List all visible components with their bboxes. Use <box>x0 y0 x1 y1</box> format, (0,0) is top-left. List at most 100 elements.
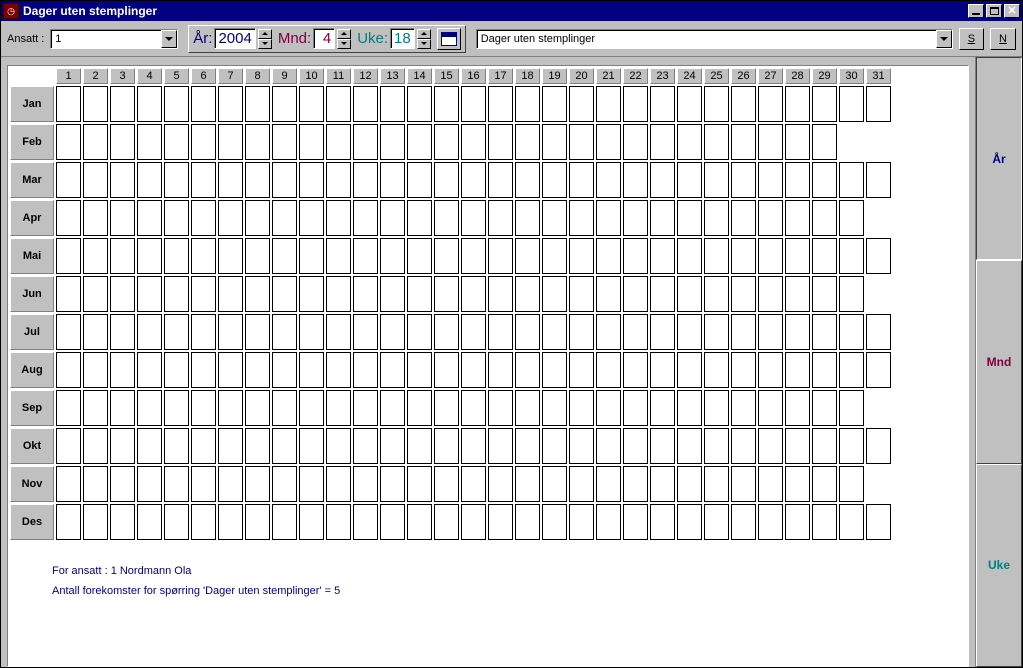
day-cell[interactable] <box>110 314 135 350</box>
day-header[interactable]: 8 <box>245 68 270 84</box>
day-cell[interactable] <box>677 276 702 312</box>
day-cell[interactable] <box>731 238 756 274</box>
day-cell[interactable] <box>569 390 594 426</box>
query-combo[interactable]: Dager uten stemplinger <box>476 29 953 49</box>
day-cell[interactable] <box>299 238 324 274</box>
day-cell[interactable] <box>839 428 864 464</box>
week-down-button[interactable] <box>417 39 431 49</box>
day-cell[interactable] <box>245 466 270 502</box>
day-cell[interactable] <box>110 352 135 388</box>
day-cell[interactable] <box>515 428 540 464</box>
day-cell[interactable] <box>731 352 756 388</box>
day-header[interactable]: 22 <box>623 68 648 84</box>
day-cell[interactable] <box>83 124 108 160</box>
day-cell[interactable] <box>623 124 648 160</box>
day-cell[interactable] <box>623 390 648 426</box>
day-cell[interactable] <box>839 162 864 198</box>
day-cell[interactable] <box>164 238 189 274</box>
day-cell[interactable] <box>299 86 324 122</box>
day-header[interactable]: 2 <box>83 68 108 84</box>
maximize-button[interactable] <box>986 4 1002 18</box>
day-cell[interactable] <box>542 124 567 160</box>
day-cell[interactable] <box>83 200 108 236</box>
day-cell[interactable] <box>785 428 810 464</box>
year-down-button[interactable] <box>258 39 272 49</box>
day-cell[interactable] <box>542 390 567 426</box>
day-cell[interactable] <box>164 162 189 198</box>
day-cell[interactable] <box>407 428 432 464</box>
month-header[interactable]: Jul <box>10 314 54 350</box>
day-cell[interactable] <box>650 124 675 160</box>
day-cell[interactable] <box>569 276 594 312</box>
day-cell[interactable] <box>596 390 621 426</box>
day-header[interactable]: 10 <box>299 68 324 84</box>
day-cell[interactable] <box>407 276 432 312</box>
day-cell[interactable] <box>83 352 108 388</box>
day-cell[interactable] <box>812 352 837 388</box>
day-cell[interactable] <box>245 124 270 160</box>
day-cell[interactable] <box>812 504 837 540</box>
day-cell[interactable] <box>785 162 810 198</box>
day-cell[interactable] <box>569 86 594 122</box>
day-cell[interactable] <box>785 390 810 426</box>
day-cell[interactable] <box>407 162 432 198</box>
day-cell[interactable] <box>542 428 567 464</box>
day-cell[interactable] <box>461 390 486 426</box>
day-cell[interactable] <box>353 162 378 198</box>
day-cell[interactable] <box>812 466 837 502</box>
day-cell[interactable] <box>353 428 378 464</box>
day-cell[interactable] <box>137 390 162 426</box>
day-cell[interactable] <box>623 466 648 502</box>
day-cell[interactable] <box>191 466 216 502</box>
day-cell[interactable] <box>407 86 432 122</box>
day-cell[interactable] <box>812 124 837 160</box>
week-up-button[interactable] <box>417 29 431 39</box>
day-cell[interactable] <box>515 200 540 236</box>
day-header[interactable]: 11 <box>326 68 351 84</box>
day-cell[interactable] <box>245 504 270 540</box>
day-cell[interactable] <box>488 504 513 540</box>
day-cell[interactable] <box>488 352 513 388</box>
day-cell[interactable] <box>542 466 567 502</box>
n-button[interactable]: N <box>990 28 1016 50</box>
day-cell[interactable] <box>191 86 216 122</box>
day-cell[interactable] <box>596 466 621 502</box>
close-button[interactable]: ✕ <box>1004 4 1020 18</box>
day-cell[interactable] <box>191 276 216 312</box>
day-cell[interactable] <box>839 86 864 122</box>
year-value[interactable]: 2004 <box>214 28 255 49</box>
day-cell[interactable] <box>56 390 81 426</box>
day-cell[interactable] <box>137 200 162 236</box>
day-cell[interactable] <box>731 162 756 198</box>
query-dropdown-button[interactable] <box>936 30 952 48</box>
day-cell[interactable] <box>272 124 297 160</box>
day-cell[interactable] <box>407 124 432 160</box>
day-header[interactable]: 27 <box>758 68 783 84</box>
day-cell[interactable] <box>245 314 270 350</box>
day-cell[interactable] <box>164 390 189 426</box>
day-cell[interactable] <box>218 352 243 388</box>
day-cell[interactable] <box>569 428 594 464</box>
day-cell[interactable] <box>623 428 648 464</box>
day-cell[interactable] <box>704 504 729 540</box>
day-cell[interactable] <box>785 352 810 388</box>
day-cell[interactable] <box>110 504 135 540</box>
day-header[interactable]: 9 <box>272 68 297 84</box>
day-cell[interactable] <box>650 504 675 540</box>
day-cell[interactable] <box>137 428 162 464</box>
day-cell[interactable] <box>191 162 216 198</box>
day-cell[interactable] <box>569 162 594 198</box>
day-cell[interactable] <box>731 86 756 122</box>
day-cell[interactable] <box>596 238 621 274</box>
day-cell[interactable] <box>164 200 189 236</box>
day-header[interactable]: 5 <box>164 68 189 84</box>
day-cell[interactable] <box>623 504 648 540</box>
day-cell[interactable] <box>542 352 567 388</box>
day-cell[interactable] <box>596 162 621 198</box>
day-cell[interactable] <box>164 86 189 122</box>
day-cell[interactable] <box>758 352 783 388</box>
day-cell[interactable] <box>461 86 486 122</box>
day-cell[interactable] <box>623 238 648 274</box>
day-cell[interactable] <box>461 314 486 350</box>
day-cell[interactable] <box>326 86 351 122</box>
